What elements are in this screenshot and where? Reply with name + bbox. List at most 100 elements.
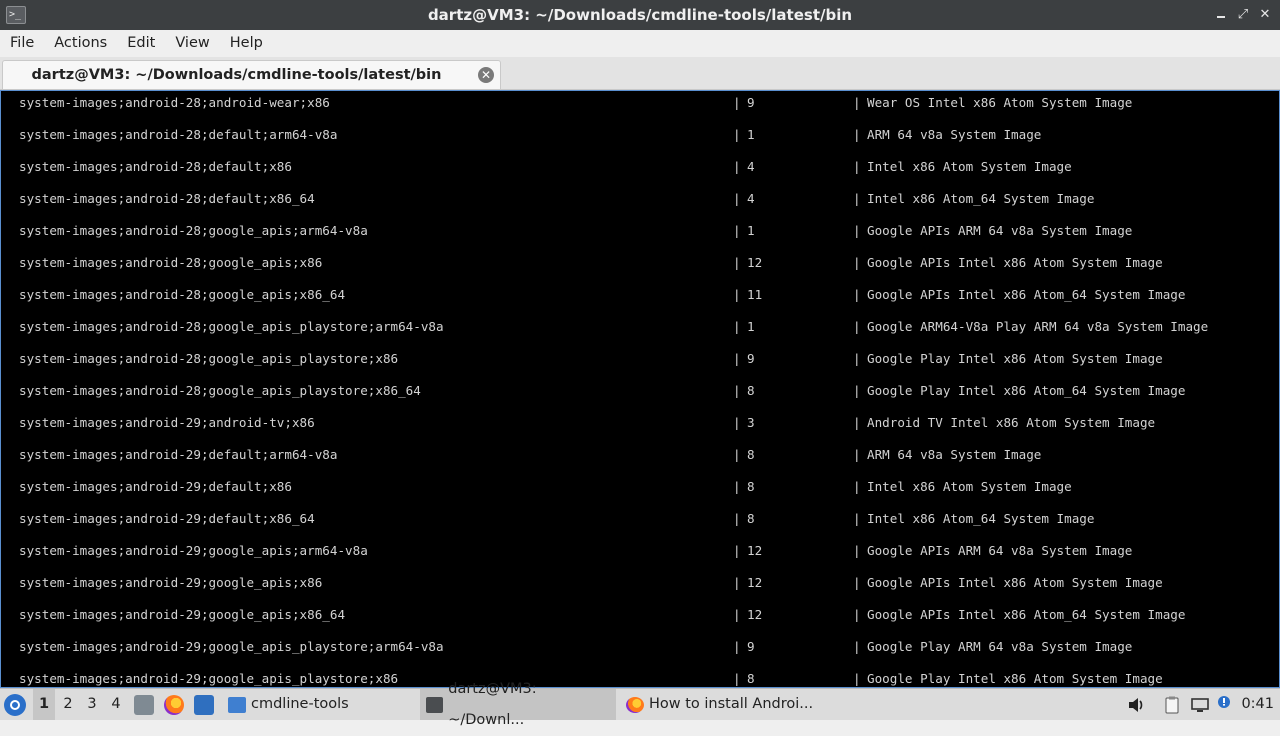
terminal-row: system-images;android-28;google_apis_pla… bbox=[1, 317, 1279, 349]
folder-icon bbox=[228, 696, 246, 713]
package-description: Intel x86 Atom_64 System Image bbox=[867, 511, 1095, 526]
terminal-row: system-images;android-29;android-tv;x86 |… bbox=[1, 413, 1279, 445]
terminal-row: system-images;android-29;default;arm64-v… bbox=[1, 445, 1279, 477]
menu-help[interactable]: Help bbox=[220, 30, 273, 57]
package-version: 1 bbox=[747, 319, 755, 334]
menu-file[interactable]: File bbox=[0, 30, 44, 57]
package-description: Google APIs ARM 64 v8a System Image bbox=[867, 543, 1133, 558]
terminal-row: system-images;android-29;google_apis_pla… bbox=[1, 669, 1279, 687]
minimize-button[interactable] bbox=[1214, 8, 1228, 22]
volume-icon[interactable] bbox=[1126, 695, 1146, 715]
column-separator: | bbox=[853, 351, 861, 366]
package-path: system-images;android-28;android-wear;x8… bbox=[19, 95, 330, 110]
package-description: Intel x86 Atom_64 System Image bbox=[867, 191, 1095, 206]
network-icon[interactable] bbox=[1190, 695, 1210, 715]
package-path: system-images;android-29;default;x86 bbox=[19, 479, 292, 494]
package-version: 11 bbox=[747, 287, 763, 302]
package-version: 12 bbox=[747, 543, 763, 558]
column-separator: | bbox=[853, 223, 861, 238]
task-firefox[interactable]: How to install Androi... bbox=[620, 689, 820, 720]
package-description: Google APIs Intel x86 Atom_64 System Ima… bbox=[867, 287, 1186, 302]
menu-edit[interactable]: Edit bbox=[117, 30, 165, 57]
close-button[interactable]: ✕ bbox=[1258, 8, 1272, 22]
terminal-row: system-images;android-28;default;x86_64 |… bbox=[1, 189, 1279, 221]
task-label: dartz@VM3: ~/Downl... bbox=[448, 680, 537, 728]
workspace-3[interactable]: 3 bbox=[81, 689, 103, 720]
terminal-row: system-images;android-28;android-wear;x8… bbox=[1, 93, 1279, 125]
column-separator: | bbox=[733, 223, 741, 238]
package-path: system-images;android-29;google_apis_pla… bbox=[19, 671, 399, 686]
package-description: Google APIs Intel x86 Atom System Image bbox=[867, 575, 1163, 590]
task-terminal[interactable]: dartz@VM3: ~/Downl... bbox=[420, 681, 616, 728]
column-separator: | bbox=[853, 671, 861, 686]
terminal-row: system-images;android-29;google_apis_pla… bbox=[1, 637, 1279, 669]
terminal-row: system-images;android-29;google_apis;arm… bbox=[1, 541, 1279, 573]
column-separator: | bbox=[733, 671, 741, 686]
menu-bar: File Actions Edit View Help bbox=[0, 30, 1280, 57]
terminal-row: system-images;android-28;google_apis;x86… bbox=[1, 285, 1279, 317]
notification-icon[interactable] bbox=[1214, 695, 1234, 715]
column-separator: | bbox=[733, 479, 741, 494]
workspace-4[interactable]: 4 bbox=[105, 689, 127, 720]
package-version: 9 bbox=[747, 351, 755, 366]
tab-label: dartz@VM3: ~/Downloads/cmdline-tools/lat… bbox=[31, 67, 442, 83]
terminal-row: system-images;android-28;google_apis_pla… bbox=[1, 349, 1279, 381]
column-separator: | bbox=[853, 639, 861, 654]
start-menu-icon[interactable] bbox=[4, 694, 26, 716]
menu-view[interactable]: View bbox=[165, 30, 219, 57]
package-version: 8 bbox=[747, 447, 755, 462]
package-description: Google Play Intel x86 Atom System Image bbox=[867, 351, 1163, 366]
package-version: 1 bbox=[747, 223, 755, 238]
package-path: system-images;android-28;default;x86_64 bbox=[19, 191, 315, 206]
maximize-button[interactable]: ⤢ bbox=[1236, 8, 1250, 22]
task-file-manager[interactable]: cmdline-tools bbox=[222, 689, 418, 720]
column-separator: | bbox=[733, 383, 741, 398]
show-desktop-icon[interactable] bbox=[194, 695, 214, 715]
package-path: system-images;android-28;google_apis_pla… bbox=[19, 351, 399, 366]
terminal-row: system-images;android-28;default;x86 | 4 | I… bbox=[1, 157, 1279, 189]
column-separator: | bbox=[853, 415, 861, 430]
terminal-tab[interactable]: dartz@VM3: ~/Downloads/cmdline-tools/lat… bbox=[2, 60, 501, 89]
package-path: system-images;android-28;default;x86 bbox=[19, 159, 292, 174]
column-separator: | bbox=[733, 543, 741, 558]
package-description: Google Play ARM 64 v8a System Image bbox=[867, 639, 1133, 654]
column-separator: | bbox=[853, 575, 861, 590]
menu-actions[interactable]: Actions bbox=[44, 30, 117, 57]
package-version: 12 bbox=[747, 607, 763, 622]
column-separator: | bbox=[853, 95, 861, 110]
package-description: Google APIs Intel x86 Atom System Image bbox=[867, 255, 1163, 270]
window-titlebar: >_ dartz@VM3: ~/Downloads/cmdline-tools/… bbox=[0, 0, 1280, 30]
package-description: Android TV Intel x86 Atom System Image bbox=[867, 415, 1156, 430]
package-path: system-images;android-28;google_apis;arm… bbox=[19, 223, 368, 238]
package-description: ARM 64 v8a System Image bbox=[867, 127, 1042, 142]
terminal-output[interactable]: system-images;android-28;android-wear;x8… bbox=[0, 90, 1280, 688]
package-path: system-images;android-29;default;x86_64 bbox=[19, 511, 315, 526]
terminal-row: system-images;android-29;google_apis;x86… bbox=[1, 605, 1279, 637]
workspace-2[interactable]: 2 bbox=[57, 689, 79, 720]
package-path: system-images;android-29;google_apis;x86 bbox=[19, 575, 323, 590]
package-path: system-images;android-29;default;arm64-v… bbox=[19, 447, 338, 462]
package-description: ARM 64 v8a System Image bbox=[867, 447, 1042, 462]
column-separator: | bbox=[733, 607, 741, 622]
package-description: Intel x86 Atom System Image bbox=[867, 159, 1072, 174]
column-separator: | bbox=[853, 319, 861, 334]
workspace-1[interactable]: 1 bbox=[33, 689, 55, 720]
firefox-icon[interactable] bbox=[164, 695, 184, 715]
package-path: system-images;android-29;google_apis;x86… bbox=[19, 607, 346, 622]
package-version: 4 bbox=[747, 159, 755, 174]
package-description: Google APIs Intel x86 Atom_64 System Ima… bbox=[867, 607, 1186, 622]
clipboard-icon[interactable] bbox=[1162, 695, 1182, 715]
column-separator: | bbox=[733, 95, 741, 110]
package-version: 9 bbox=[747, 639, 755, 654]
file-manager-icon[interactable] bbox=[134, 695, 154, 715]
column-separator: | bbox=[733, 415, 741, 430]
terminal-row: system-images;android-28;google_apis_pla… bbox=[1, 381, 1279, 413]
package-version: 4 bbox=[747, 191, 755, 206]
terminal-row: system-images;android-28;google_apis;arm… bbox=[1, 221, 1279, 253]
package-description: Google APIs ARM 64 v8a System Image bbox=[867, 223, 1133, 238]
package-version: 8 bbox=[747, 383, 755, 398]
close-icon[interactable]: ✕ bbox=[478, 67, 494, 83]
package-path: system-images;android-28;google_apis;x86… bbox=[19, 287, 346, 302]
column-separator: | bbox=[853, 127, 861, 142]
column-separator: | bbox=[853, 159, 861, 174]
